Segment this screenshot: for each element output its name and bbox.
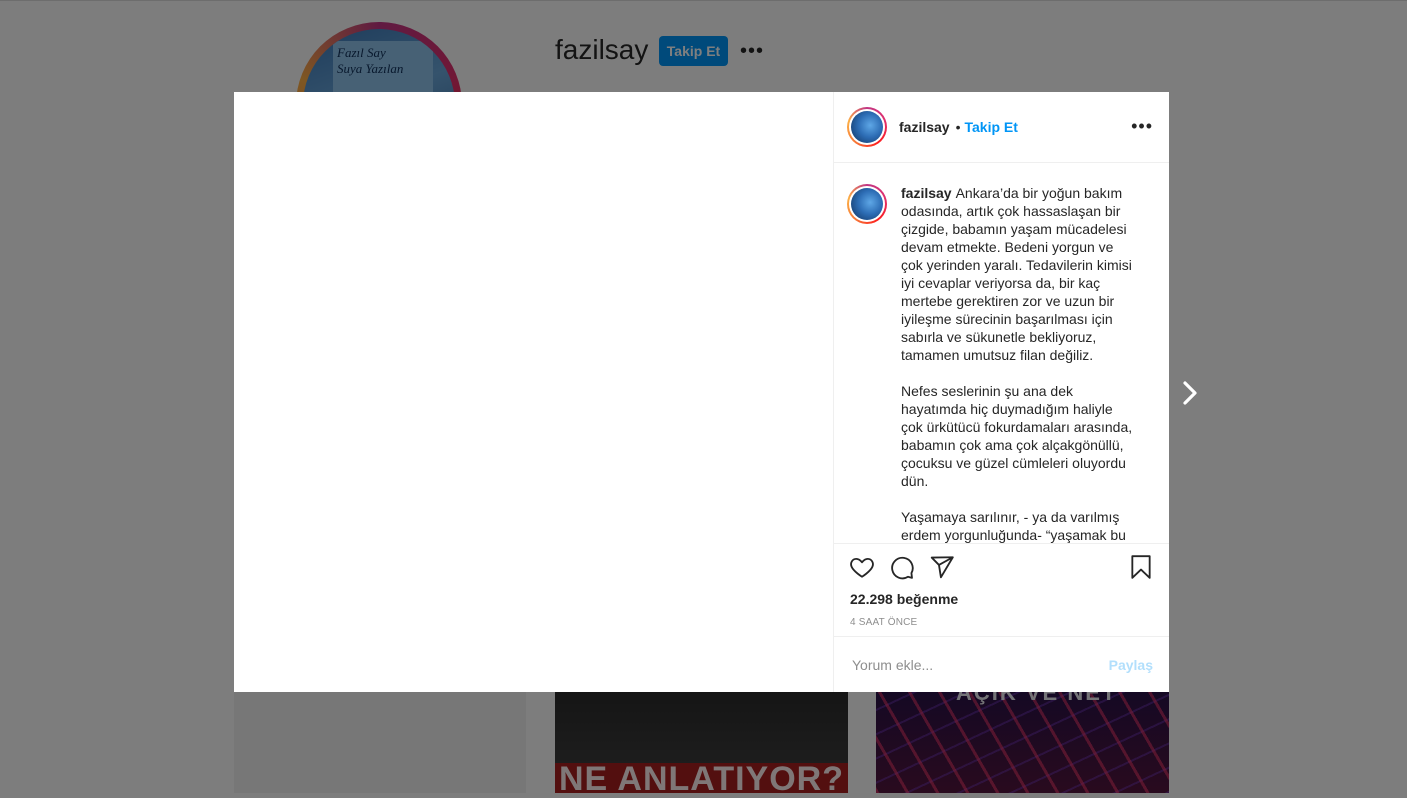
like-button[interactable] <box>849 554 877 582</box>
next-post-button[interactable] <box>1179 377 1201 409</box>
post-caption: fazilsay Ankara’da bir yoğun bakım odasın… <box>834 163 1169 543</box>
post-media[interactable] <box>234 92 834 692</box>
comment-input[interactable] <box>850 655 1109 674</box>
post-sidebar: fazilsay • Takip Et ••• fazilsay Ankara’d… <box>834 92 1169 692</box>
comment-button[interactable] <box>889 554 917 582</box>
action-bar <box>849 554 1154 584</box>
post-author-avatar[interactable] <box>847 107 887 147</box>
share-button[interactable] <box>929 554 957 582</box>
post-timestamp[interactable]: 4 SAAT ÖNCE <box>850 617 917 628</box>
caption-text: fazilsay Ankara’da bir yoğun bakım odasın… <box>901 184 1138 543</box>
caption-paragraph-1-text: Ankara’da bir yoğun bakım odasında, artı… <box>901 185 1132 363</box>
post-follow-button[interactable]: Takip Et <box>965 119 1018 135</box>
post-comment-button[interactable]: Paylaş <box>1109 657 1153 673</box>
post-more-options-icon[interactable]: ••• <box>1131 116 1153 137</box>
post-author-username[interactable]: fazilsay <box>899 119 950 135</box>
caption-paragraph-1: fazilsay Ankara’da bir yoğun bakım odasın… <box>901 184 1138 364</box>
caption-paragraph-3: Yaşamaya sarılınır, - ya da varılmış erd… <box>901 509 1126 543</box>
header-separator: • <box>955 119 961 135</box>
paper-plane-icon <box>930 556 954 579</box>
heart-icon <box>850 557 874 578</box>
save-button[interactable] <box>1128 554 1156 582</box>
comment-form: Paylaş <box>834 636 1169 692</box>
post-actions-section: 22.298 beğenme 4 SAAT ÖNCE Paylaş <box>834 543 1169 692</box>
avatar-image <box>851 188 883 220</box>
likes-count[interactable]: 22.298 beğenme <box>850 591 958 607</box>
avatar-image <box>851 111 883 143</box>
caption-author-avatar[interactable] <box>847 184 887 224</box>
chevron-right-icon <box>1183 381 1197 405</box>
bookmark-icon <box>1131 555 1151 579</box>
post-header: fazilsay • Takip Et ••• <box>834 92 1169 163</box>
caption-paragraph-2: Nefes seslerinin şu ana dek hayatımda hi… <box>901 383 1133 489</box>
caption-username[interactable]: fazilsay <box>901 185 952 201</box>
post-modal: fazilsay • Takip Et ••• fazilsay Ankara’d… <box>234 92 1169 692</box>
comment-icon <box>891 556 914 580</box>
